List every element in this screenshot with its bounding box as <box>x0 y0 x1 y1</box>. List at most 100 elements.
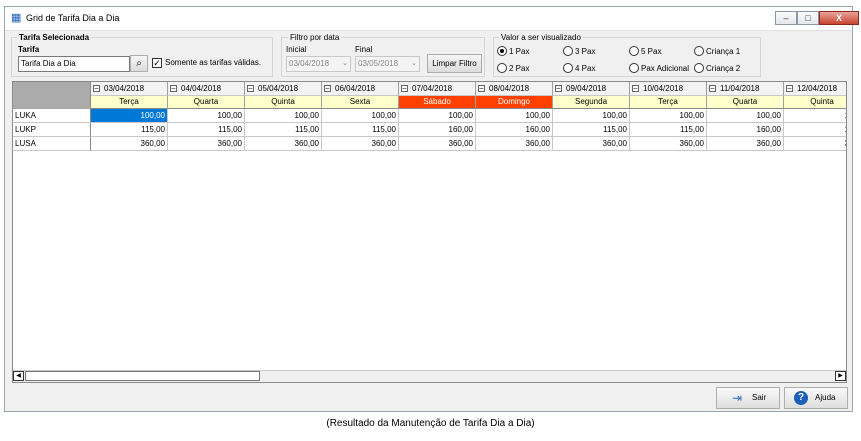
tariff-grid[interactable]: ◀ ▶ –03/04/2018 Terça –04/04/2018 Quarta –05… <box>12 81 847 383</box>
grid-cell[interactable]: 115,00 <box>322 123 399 137</box>
scroll-right-icon[interactable]: ▶ <box>835 371 846 381</box>
collapse-icon[interactable]: – <box>324 85 331 92</box>
column-date-header[interactable]: –05/04/2018 <box>245 82 322 96</box>
column-date-header[interactable]: –07/04/2018 <box>399 82 476 96</box>
final-date-value: 03/05/2018 <box>358 59 399 68</box>
grid-cell[interactable]: 100,00 <box>168 109 245 123</box>
scroll-left-icon[interactable]: ◀ <box>13 371 24 381</box>
grid-cell[interactable]: 100,00 <box>476 109 553 123</box>
valid-tariffs-checkbox[interactable]: ✓ <box>152 58 162 68</box>
collapse-icon[interactable]: – <box>709 85 716 92</box>
grid-cell[interactable]: 100,00 <box>91 109 168 123</box>
radio-label: 3 Pax <box>575 47 596 56</box>
exit-button[interactable]: ⇥ Sair <box>716 387 780 409</box>
grid-cell[interactable]: 360,00 <box>91 137 168 151</box>
grid-cell[interactable]: 115,00 <box>168 123 245 137</box>
collapse-icon[interactable]: – <box>555 85 562 92</box>
row-header[interactable]: LUSA <box>13 137 91 151</box>
exit-door-icon: ⇥ <box>732 391 743 405</box>
column-date-label: 06/04/2018 <box>335 84 376 93</box>
clear-filter-button[interactable]: Limpar Filtro <box>427 54 482 73</box>
search-icon: ⌕ <box>136 58 142 69</box>
radio-pax-adicional[interactable] <box>629 63 639 73</box>
column-day-header: Terça <box>630 96 707 109</box>
grid-cell[interactable]: 160,00 <box>476 123 553 137</box>
grid-cell[interactable]: 100 <box>784 109 846 123</box>
grid-cell[interactable]: 160,00 <box>399 123 476 137</box>
help-button[interactable]: ? Ajuda <box>784 387 848 409</box>
valid-tariffs-label: Somente as tarifas válidas. <box>165 58 262 67</box>
grid-cell[interactable]: 100,00 <box>399 109 476 123</box>
column-day-header: Segunda <box>553 96 630 109</box>
collapse-icon[interactable]: – <box>93 85 100 92</box>
row-header[interactable]: LUKP <box>13 123 91 137</box>
help-button-label: Ajuda <box>815 393 836 402</box>
column-date-header[interactable]: –10/04/2018 <box>630 82 707 96</box>
close-button[interactable]: X <box>819 11 859 25</box>
grid-cell[interactable]: 360 <box>784 137 846 151</box>
grid-cell[interactable]: 360,00 <box>245 137 322 151</box>
row-header[interactable]: LUKA <box>13 109 91 123</box>
search-button[interactable]: ⌕ <box>130 55 148 72</box>
grid-cell[interactable]: 360,00 <box>707 137 784 151</box>
radio-label: 1 Pax <box>509 47 530 56</box>
grid-cell[interactable]: 360,00 <box>476 137 553 151</box>
column-date-label: 05/04/2018 <box>258 84 299 93</box>
column-day-header: Quarta <box>707 96 784 109</box>
radio-crianca-1[interactable] <box>694 46 704 56</box>
grid-cell[interactable]: 360,00 <box>399 137 476 151</box>
inicial-date-field[interactable]: 03/04/2018 ⌄ <box>286 56 351 72</box>
grid-cell[interactable]: 115,00 <box>91 123 168 137</box>
grid-cell[interactable]: 360,00 <box>630 137 707 151</box>
radio-3-pax[interactable] <box>563 46 573 56</box>
grid-cell[interactable]: 115,00 <box>553 123 630 137</box>
collapse-icon[interactable]: – <box>632 85 639 92</box>
column-date-header[interactable]: –06/04/2018 <box>322 82 399 96</box>
horizontal-scrollbar[interactable]: ◀ ▶ <box>13 370 846 382</box>
grid-cell[interactable]: 160,00 <box>707 123 784 137</box>
grid-cell[interactable]: 100,00 <box>245 109 322 123</box>
scrollbar-thumb[interactable] <box>25 371 260 381</box>
radio-label: 2 Pax <box>509 64 530 73</box>
column-day-header: Quinta <box>784 96 846 109</box>
grid-cell[interactable]: 100,00 <box>553 109 630 123</box>
grid-cell[interactable]: 100,00 <box>707 109 784 123</box>
final-label: Final <box>355 45 373 54</box>
column-date-header[interactable]: –11/04/2018 <box>707 82 784 96</box>
collapse-icon[interactable]: – <box>401 85 408 92</box>
radio-1-pax[interactable] <box>497 46 507 56</box>
radio-2-pax[interactable] <box>497 63 507 73</box>
column-day-header: Domingo <box>476 96 553 109</box>
column-date-header[interactable]: –08/04/2018 <box>476 82 553 96</box>
grid-cell[interactable]: 360,00 <box>322 137 399 151</box>
grid-cell[interactable]: 160 <box>784 123 846 137</box>
column-date-header[interactable]: –03/04/2018 <box>91 82 168 96</box>
final-date-field[interactable]: 03/05/2018 ⌄ <box>355 56 420 72</box>
collapse-icon[interactable]: – <box>247 85 254 92</box>
grid-cell[interactable]: 115,00 <box>630 123 707 137</box>
column-date-header[interactable]: –04/04/2018 <box>168 82 245 96</box>
grid-cell[interactable]: 360,00 <box>168 137 245 151</box>
radio-4-pax[interactable] <box>563 63 573 73</box>
tarifa-input[interactable]: Tarifa Dia a Dia <box>18 56 130 72</box>
grid-cell[interactable]: 360,00 <box>553 137 630 151</box>
grid-cell[interactable]: 100,00 <box>630 109 707 123</box>
radio-5-pax[interactable] <box>629 46 639 56</box>
collapse-icon[interactable]: – <box>170 85 177 92</box>
title-bar[interactable]: ▦ Grid de Tarifa Dia a Dia – □ X <box>5 7 859 31</box>
radio-label: Criança 1 <box>706 47 741 56</box>
collapse-icon[interactable]: – <box>786 85 793 92</box>
column-day-header: Sexta <box>322 96 399 109</box>
column-date-label: 03/04/2018 <box>104 84 145 93</box>
column-day-header: Quarta <box>168 96 245 109</box>
radio-crianca-2[interactable] <box>694 63 704 73</box>
exit-button-label: Sair <box>752 393 767 402</box>
collapse-icon[interactable]: – <box>478 85 485 92</box>
minimize-button[interactable]: – <box>775 11 797 25</box>
column-date-header[interactable]: –09/04/2018 <box>553 82 630 96</box>
column-day-header: Quinta <box>245 96 322 109</box>
column-date-header[interactable]: –12/04/2018 <box>784 82 846 96</box>
grid-cell[interactable]: 115,00 <box>245 123 322 137</box>
maximize-button[interactable]: □ <box>797 11 819 25</box>
grid-cell[interactable]: 100,00 <box>322 109 399 123</box>
